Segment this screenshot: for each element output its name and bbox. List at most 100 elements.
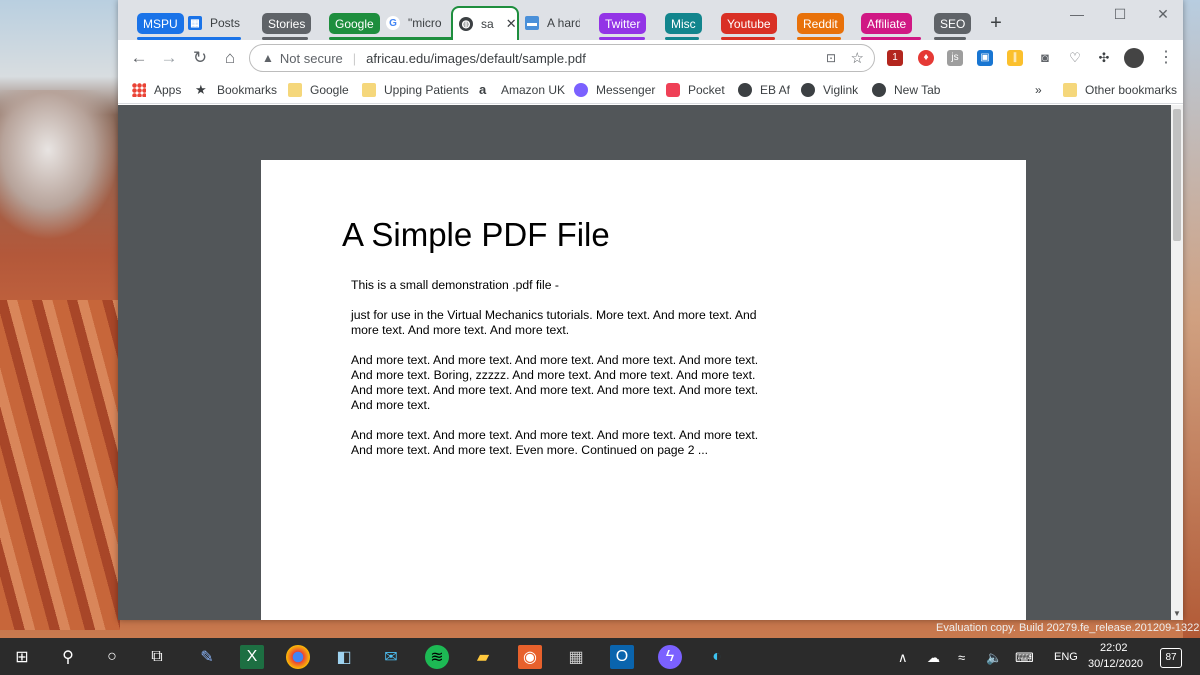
group-reddit[interactable]: Reddit xyxy=(797,13,844,34)
bookmark-label: Pocket xyxy=(688,83,725,97)
onedrive-icon[interactable]: ☁ xyxy=(927,650,940,666)
vertical-scrollbar[interactable]: ▼ xyxy=(1171,105,1183,620)
bookmark-pocket[interactable]: Pocket xyxy=(666,80,725,100)
calculator-icon[interactable]: ▦ xyxy=(564,645,588,669)
clock-time[interactable]: 22:02 xyxy=(1100,642,1128,654)
windows-start-icon[interactable]: ⊞ xyxy=(10,645,34,669)
star-icon[interactable]: ☆ xyxy=(851,49,864,67)
cortana-icon[interactable]: ○ xyxy=(100,645,124,669)
forward-icon[interactable]: → xyxy=(157,46,181,70)
close-window-icon[interactable]: ✕ xyxy=(1148,6,1178,23)
spotify-icon[interactable]: ≋ xyxy=(425,645,449,669)
tab-posts[interactable]: ▦ Posts xyxy=(188,6,253,40)
bookmark-bookmarks[interactable]: ★ Bookmarks xyxy=(195,80,277,100)
menu-dots-icon[interactable]: ⋮ xyxy=(1154,46,1178,70)
globe-icon xyxy=(801,83,815,97)
wallpaper-snow xyxy=(0,90,120,240)
evaluation-watermark: Evaluation copy. Build 20279.fe_release.… xyxy=(936,622,1200,634)
keyboard-icon[interactable]: ⌨ xyxy=(1015,650,1034,666)
back-icon[interactable]: ← xyxy=(127,46,151,70)
tab-label: Posts xyxy=(210,16,241,30)
group-youtube[interactable]: Youtube xyxy=(721,13,777,34)
bookmark-label: Viglink xyxy=(823,83,859,97)
excel-icon[interactable]: X xyxy=(240,645,264,669)
bookmark-upping-patients[interactable]: Upping Patients xyxy=(362,80,469,100)
edge-icon[interactable]: ◐ xyxy=(705,645,729,669)
bookmark-amazon-uk[interactable]: a Amazon UK xyxy=(479,80,565,100)
apps-grid-icon xyxy=(132,83,146,97)
install-app-icon[interactable]: ⊡ xyxy=(826,51,836,65)
scroll-down-icon[interactable]: ▼ xyxy=(1173,609,1181,618)
extension-ublock-icon[interactable]: 1 xyxy=(887,50,903,66)
bookmark-label: Other bookmarks xyxy=(1085,83,1178,97)
avatar[interactable] xyxy=(1124,48,1144,68)
pdf-paragraph: just for use in the Virtual Mechanics tu… xyxy=(351,308,757,337)
app-icon[interactable]: ◉ xyxy=(518,645,542,669)
site-favicon-icon: ▬ xyxy=(525,16,539,30)
extension-grid-icon[interactable]: ▣ xyxy=(977,50,993,66)
tab-a-hard[interactable]: ▬ A hard xyxy=(525,6,580,40)
tab-google-search[interactable]: G "micro xyxy=(386,6,448,40)
reload-icon[interactable]: ↻ xyxy=(188,46,212,70)
show-hidden-icons-icon[interactable]: ∧ xyxy=(898,650,908,666)
files-icon[interactable]: ◧ xyxy=(332,645,356,669)
address-bar[interactable]: ▲ Not secure | africau.edu/images/defaul… xyxy=(249,44,875,72)
bookmarks-overflow-button[interactable]: » xyxy=(1035,80,1042,100)
pdf-page: A Simple PDF File This is a small demons… xyxy=(261,160,1026,620)
language-indicator[interactable]: ENG xyxy=(1054,651,1078,663)
extension-js-icon[interactable]: js xyxy=(947,50,963,66)
mail-icon[interactable]: ✉ xyxy=(379,645,403,669)
folder-icon xyxy=(1063,83,1077,97)
notification-center-icon[interactable]: 87 xyxy=(1160,648,1182,668)
maximize-icon[interactable]: ☐ xyxy=(1105,6,1135,23)
chrome-icon[interactable] xyxy=(286,645,310,669)
group-seo[interactable]: SEO xyxy=(934,13,972,34)
new-tab-icon[interactable]: + xyxy=(981,12,1011,35)
bookmark-eb-af[interactable]: EB Af xyxy=(738,80,790,100)
toolbar: ← → ↻ ⌂ ▲ Not secure | africau.edu/image… xyxy=(118,40,1183,76)
camera-icon[interactable]: ◙ xyxy=(1037,50,1053,66)
notification-count: 87 xyxy=(1165,652,1177,663)
puzzle-icon[interactable]: ✣ xyxy=(1096,50,1112,66)
home-icon[interactable]: ⌂ xyxy=(218,46,242,70)
folder-icon xyxy=(288,83,302,97)
scrollbar-thumb[interactable] xyxy=(1173,109,1181,241)
bookmark-new-tab[interactable]: New Tab xyxy=(872,80,940,100)
posts-favicon-icon: ▦ xyxy=(188,16,202,30)
group-google[interactable]: Google xyxy=(329,13,380,34)
bookmark-google[interactable]: Google xyxy=(288,80,349,100)
extension-highlighter-icon[interactable]: ∥ xyxy=(1007,50,1023,66)
extension-pin-icon[interactable]: ♦ xyxy=(918,50,934,66)
group-stories[interactable]: Stories xyxy=(262,13,312,34)
task-view-icon[interactable]: ⧉ xyxy=(145,645,169,669)
group-mspu[interactable]: MSPU xyxy=(137,13,184,34)
bookmark-other[interactable]: Other bookmarks xyxy=(1063,80,1177,100)
search-icon[interactable]: ⚲ xyxy=(56,645,80,669)
globe-icon: ◍ xyxy=(459,17,473,31)
bookmark-apps[interactable]: Apps xyxy=(132,80,181,100)
messenger-app-icon[interactable]: ϟ xyxy=(658,645,682,669)
url-text[interactable]: africau.edu/images/default/sample.pdf xyxy=(366,51,586,66)
file-explorer-icon[interactable]: ▰ xyxy=(471,645,495,669)
minimize-icon[interactable]: — xyxy=(1062,6,1092,22)
clock-date[interactable]: 30/12/2020 xyxy=(1088,658,1143,670)
group-affiliate[interactable]: Affiliate xyxy=(861,13,913,34)
volume-icon[interactable]: 🔈 xyxy=(986,650,1002,666)
bookmark-label: Apps xyxy=(154,83,182,97)
google-g-icon: G xyxy=(386,16,400,30)
bookmark-messenger[interactable]: Messenger xyxy=(574,80,655,100)
paint-icon[interactable]: ✎ xyxy=(195,645,219,669)
close-tab-icon[interactable]: ✕ xyxy=(506,16,517,32)
outlook-icon[interactable]: O xyxy=(610,645,634,669)
tab-sample-pdf[interactable]: ◍ sa ✕ xyxy=(451,6,519,40)
group-misc[interactable]: Misc xyxy=(665,13,702,34)
wifi-icon[interactable]: ≈ xyxy=(958,650,965,665)
security-label[interactable]: Not secure xyxy=(280,51,343,66)
bookmark-viglink[interactable]: Viglink xyxy=(801,80,858,100)
group-twitter[interactable]: Twitter xyxy=(599,13,647,34)
pocket-icon[interactable]: ♡ xyxy=(1067,50,1083,66)
messenger-icon xyxy=(574,83,588,97)
star-filled-icon: ★ xyxy=(195,82,207,97)
bookmark-label: Upping Patients xyxy=(384,83,469,97)
tab-label: A hard xyxy=(547,16,580,30)
